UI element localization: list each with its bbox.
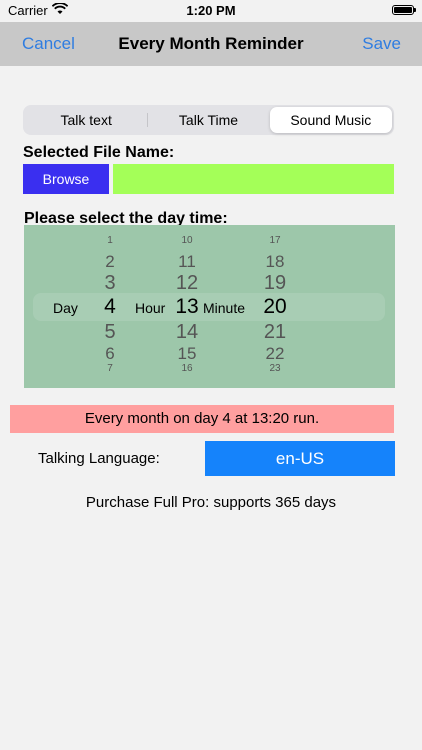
status-time: 1:20 PM xyxy=(186,3,236,18)
wheel-item: 2 xyxy=(105,252,115,271)
tab-talk-text[interactable]: Talk text xyxy=(25,107,147,133)
page-title: Every Month Reminder xyxy=(118,34,304,53)
wheel-item: 6 xyxy=(105,344,115,363)
wheel-item: 10 xyxy=(181,235,193,246)
hour-label: Hour xyxy=(135,300,166,316)
nav-bar: Cancel Every Month Reminder Save xyxy=(0,22,422,66)
tab-sound-music[interactable]: Sound Music xyxy=(269,107,392,133)
wheel-item: 17 xyxy=(269,235,281,246)
wheel-item: 22 xyxy=(265,344,285,363)
save-button[interactable]: Save xyxy=(362,34,401,54)
wheel-item: 18 xyxy=(265,252,285,271)
day-wheel[interactable]: 1 2 3 4 5 6 7 xyxy=(90,225,130,388)
day-selected-value: 4 xyxy=(104,295,116,318)
wheel-item: 15 xyxy=(177,344,197,363)
wheel-item: 19 xyxy=(263,272,287,294)
day-time-picker[interactable]: Day Hour Minute 1 2 3 4 5 6 7 10 11 12 1… xyxy=(24,225,395,388)
wheel-item: 5 xyxy=(104,321,116,343)
wheel-item: 11 xyxy=(178,252,196,271)
selected-file-label: Selected File Name: xyxy=(23,144,175,161)
wheel-item: 12 xyxy=(175,272,199,294)
mode-segmented-control: Talk text Talk Time Sound Music xyxy=(23,105,394,135)
hour-wheel[interactable]: 10 11 12 13 14 15 16 xyxy=(167,225,207,388)
minute-selected-value: 20 xyxy=(263,295,287,318)
hour-selected-value: 13 xyxy=(175,295,199,318)
file-name-field[interactable] xyxy=(113,164,394,194)
wheel-item: 14 xyxy=(175,321,199,343)
battery-icon xyxy=(392,5,416,15)
wheel-item: 1 xyxy=(107,235,113,246)
talking-language-label: Talking Language: xyxy=(38,450,160,467)
wheel-item: 21 xyxy=(263,321,287,343)
run-summary-banner: Every month on day 4 at 13:20 run. xyxy=(10,405,394,433)
wheel-item: 16 xyxy=(181,363,193,374)
minute-label: Minute xyxy=(203,300,246,316)
language-select-button[interactable]: en-US xyxy=(205,441,395,476)
wheel-item: 3 xyxy=(104,272,116,294)
browse-button[interactable]: Browse xyxy=(23,164,109,194)
minute-wheel[interactable]: 17 18 19 20 21 22 23 xyxy=(255,225,295,388)
tab-talk-time[interactable]: Talk Time xyxy=(147,107,269,133)
wheel-item: 7 xyxy=(107,363,113,374)
status-bar: Carrier 1:20 PM xyxy=(0,0,422,22)
purchase-pro-text[interactable]: Purchase Full Pro: supports 365 days xyxy=(0,494,422,511)
wheel-item: 23 xyxy=(269,363,281,374)
day-label: Day xyxy=(53,300,78,316)
